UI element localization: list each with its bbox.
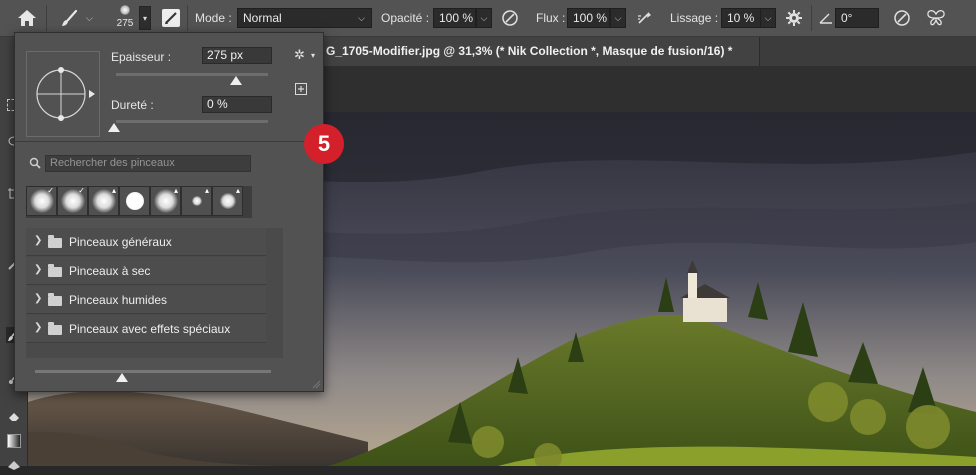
hard-round-brush-icon: [125, 192, 144, 210]
brush-preset-2[interactable]: ▴: [88, 186, 119, 216]
brush-preset-1[interactable]: ✓: [57, 186, 88, 216]
eraser-tool-icon[interactable]: [7, 409, 21, 423]
symmetry-butterfly-icon[interactable]: [926, 9, 946, 27]
hardness-label: Dureté :: [111, 98, 154, 112]
mode-value: Normal: [243, 11, 282, 25]
brush-group-row[interactable]: ❯ Pinceaux généraux: [26, 228, 266, 256]
brush-group-list: ❯ Pinceaux généraux ❯ Pinceaux à sec ❯ Pincea…: [26, 228, 283, 358]
mode-select[interactable]: Normal ⌵: [237, 8, 372, 28]
angle-icon: [819, 13, 832, 24]
pressure-opacity-icon[interactable]: [501, 9, 519, 27]
home-icon[interactable]: [16, 8, 38, 28]
preset-marker-icon: ▴: [111, 186, 116, 195]
hardness-slider-thumb[interactable]: [108, 123, 120, 132]
size-slider-track[interactable]: [116, 73, 268, 76]
brush-preset-0[interactable]: ✓: [26, 186, 57, 216]
brush-search-placeholder: Rechercher des pinceaux: [50, 157, 175, 169]
pressure-size-icon[interactable]: [893, 9, 911, 27]
preset-marker-icon: ▴: [173, 186, 178, 195]
angle-field[interactable]: 0°: [835, 8, 879, 28]
size-field[interactable]: 275 px: [202, 47, 272, 64]
preview-size-slider-track[interactable]: [35, 370, 271, 373]
settings-chevron-down-icon[interactable]: ▾: [311, 51, 315, 60]
new-preset-icon[interactable]: [295, 83, 307, 95]
size-label: Epaisseur :: [111, 50, 172, 64]
brush-preset-4[interactable]: ▴: [150, 186, 181, 216]
brush-group-row[interactable]: ❯ Pinceaux humides: [26, 286, 266, 314]
smoothing-field[interactable]: 10 %: [721, 8, 761, 28]
folder-icon: [48, 293, 62, 306]
chevron-right-icon[interactable]: ❯: [34, 235, 42, 246]
flow-chevron-down-icon[interactable]: ⌵: [610, 8, 626, 28]
smoothing-chevron-down-icon[interactable]: ⌵: [760, 8, 776, 28]
brush-group-row[interactable]: ❯ Pinceaux à sec: [26, 257, 266, 285]
preset-marker-icon: ▴: [235, 186, 240, 195]
separator: [187, 5, 188, 31]
separator: [811, 5, 812, 31]
preset-marker-icon: ✓: [78, 186, 85, 195]
recent-brush-presets: ✓ ✓ ▴ ▴ ▴ ▴: [26, 186, 252, 218]
brush-group-label: Pinceaux à sec: [69, 264, 151, 278]
folder-icon: [48, 235, 62, 248]
opacity-label: Opacité :: [381, 11, 430, 25]
flow-label: Flux :: [536, 11, 566, 25]
flow-value: 100 %: [573, 11, 608, 25]
resize-grip-icon[interactable]: [311, 379, 321, 389]
airbrush-icon[interactable]: [636, 9, 654, 27]
settings-gear-icon[interactable]: ✲: [294, 47, 305, 63]
flow-field[interactable]: 100 %: [567, 8, 610, 28]
small-round-brush-icon: [219, 193, 236, 209]
preset-marker-icon: ✓: [47, 186, 54, 195]
folder-icon: [48, 322, 62, 335]
opacity-value: 100 %: [439, 11, 474, 25]
brush-settings-panel-icon[interactable]: [162, 9, 180, 27]
opacity-chevron-down-icon[interactable]: ⌵: [476, 8, 492, 28]
brush-preset-6[interactable]: ▴: [212, 186, 243, 216]
brush-group-label: Pinceaux avec effets spéciaux: [69, 322, 231, 336]
small-round-brush-icon: [191, 196, 202, 206]
brush-preset-3[interactable]: [119, 186, 150, 216]
preset-marker-icon: ▴: [204, 186, 209, 195]
preview-size-slider-thumb[interactable]: [116, 373, 129, 382]
chevron-right-icon[interactable]: ❯: [34, 322, 42, 333]
brush-group-row[interactable]: ❯ Pinceaux avec effets spéciaux: [26, 315, 266, 343]
chevron-right-icon[interactable]: ❯: [34, 293, 42, 304]
brush-search-input[interactable]: Rechercher des pinceaux: [45, 155, 251, 172]
document-title: G_1705-Modifier.jpg @ 31,3% (* Nik Colle…: [326, 44, 733, 58]
brush-tip-shape-preview[interactable]: [26, 51, 100, 137]
brush-preset-picker[interactable]: 275: [110, 3, 140, 35]
separator: [46, 5, 47, 31]
hardness-value: 0 %: [207, 97, 228, 111]
brush-picker-chevron-down-icon[interactable]: ▾: [139, 6, 151, 30]
opacity-field[interactable]: 100 %: [433, 8, 476, 28]
smoothing-label: Lissage :: [670, 11, 719, 25]
size-slider-thumb[interactable]: [230, 76, 243, 85]
step-number-badge: 5: [304, 124, 344, 164]
search-icon: [29, 157, 41, 169]
brush-tip-icon: [120, 5, 130, 15]
mode-label: Mode :: [195, 11, 232, 25]
brush-preset-panel: Epaisseur : 275 px ✲ ▾ Dureté : 0 % Rech…: [14, 32, 324, 392]
brush-tool-chevron-down-icon[interactable]: ⌵: [86, 13, 93, 24]
brush-preset-5[interactable]: ▴: [181, 186, 212, 216]
angle-value: 0°: [841, 11, 853, 25]
paint-bucket-tool-icon[interactable]: [7, 457, 21, 471]
brush-group-label: Pinceaux généraux: [69, 235, 172, 249]
document-tab[interactable]: G_1705-Modifier.jpg @ 31,3% (* Nik Colle…: [320, 37, 760, 66]
brush-tool-icon[interactable]: [58, 8, 80, 30]
folder-icon: [48, 264, 62, 277]
divider: [15, 141, 323, 142]
mode-chevron-down-icon: ⌵: [358, 13, 365, 23]
gear-icon[interactable]: [785, 9, 803, 27]
size-value: 275 px: [207, 48, 244, 62]
chevron-right-icon[interactable]: ❯: [34, 264, 42, 275]
gradient-tool-icon[interactable]: [7, 434, 21, 448]
brush-size-readout: 275: [116, 18, 134, 29]
hardness-field[interactable]: 0 %: [202, 96, 272, 113]
brush-group-label: Pinceaux humides: [69, 293, 168, 307]
hardness-slider-track[interactable]: [116, 120, 268, 123]
smoothing-value: 10 %: [727, 11, 755, 25]
